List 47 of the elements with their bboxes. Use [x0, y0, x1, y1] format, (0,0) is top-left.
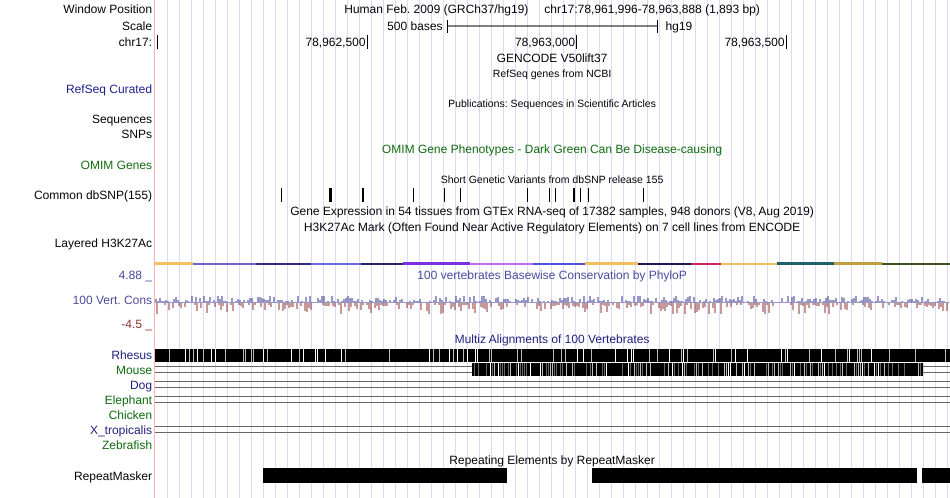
scale-label: 500 bases — [387, 18, 444, 32]
axis-min-label: -4.5 _ — [121, 316, 152, 330]
track-title: Repeating Elements by RepeatMasker — [449, 453, 655, 467]
track-label[interactable]: Dog — [130, 378, 152, 392]
snp-mark — [642, 188, 644, 202]
repeat-block — [922, 468, 950, 483]
snp-mark — [572, 188, 574, 202]
track-label[interactable]: RefSeq Curated — [66, 82, 152, 96]
track-label[interactable]: RepeatMasker — [74, 469, 152, 483]
track-title: Short Genetic Variants from dbSNP release 155 — [440, 174, 664, 186]
assembly-title: Human Feb. 2009 (GRCh37/hg19) — [344, 2, 528, 16]
track-label[interactable]: Elephant — [104, 392, 152, 406]
track-label[interactable]: Rhesus — [111, 348, 152, 362]
track-title: Publications: Sequences in Scientific Articles — [448, 98, 656, 110]
position-label: 78,963,500 — [724, 35, 784, 49]
track-label[interactable]: SNPs — [121, 126, 152, 140]
snp-mark — [328, 188, 332, 202]
track-label[interactable]: 100 Vert. Cons — [72, 293, 152, 307]
track-title: Multiz Alignments of 100 Vertebrates — [454, 332, 650, 346]
track-label[interactable]: Chicken — [108, 408, 152, 422]
snp-mark — [362, 188, 364, 202]
track-label[interactable]: Mouse — [116, 362, 152, 376]
track-label[interactable]: Zebrafish — [102, 438, 152, 452]
track-title: Gene Expression in 54 tissues from GTEx RNA-seq of 17382 samples, 948 donors (V8, Aug 2019) — [290, 204, 814, 218]
track-label[interactable]: Layered H3K27Ac — [54, 236, 152, 250]
track-title: OMIM Gene Phenotypes - Dark Green Can Be Disease-causing — [382, 142, 722, 156]
track-title: 100 vertebrates Basewise Conservation by PhyloP — [417, 268, 687, 282]
snp-mark — [280, 188, 282, 202]
track-label[interactable]: Common dbSNP(155) — [34, 188, 152, 202]
assembly-label: hg19 — [664, 18, 692, 32]
track-label[interactable]: Sequences — [92, 112, 152, 126]
track-label[interactable]: OMIM Genes — [80, 158, 152, 172]
snp-mark — [554, 188, 556, 202]
track-title: GENCODE V50lift37 — [496, 51, 608, 65]
snp-mark — [548, 188, 550, 202]
position-title: chr17:78,961,996-78,963,888 (1,893 bp) — [544, 2, 760, 16]
snp-mark — [412, 188, 414, 202]
snp-mark — [526, 188, 528, 202]
position-label: 78,962,500 — [305, 35, 366, 49]
track-label[interactable]: Window Position — [63, 2, 152, 16]
track-title: H3K27Ac Mark (Often Found Near Active Regulatory Elements) on 7 cell lines from ENCODE — [304, 220, 800, 234]
position-label: 78,963,000 — [514, 35, 575, 49]
track-label[interactable]: Scale — [122, 18, 152, 32]
axis-max-label: 4.88 _ — [118, 268, 152, 282]
track-label[interactable]: chr17: — [118, 35, 152, 49]
track-label[interactable]: X_tropicalis — [90, 422, 152, 436]
track-title: RefSeq genes from NCBI — [492, 68, 612, 80]
